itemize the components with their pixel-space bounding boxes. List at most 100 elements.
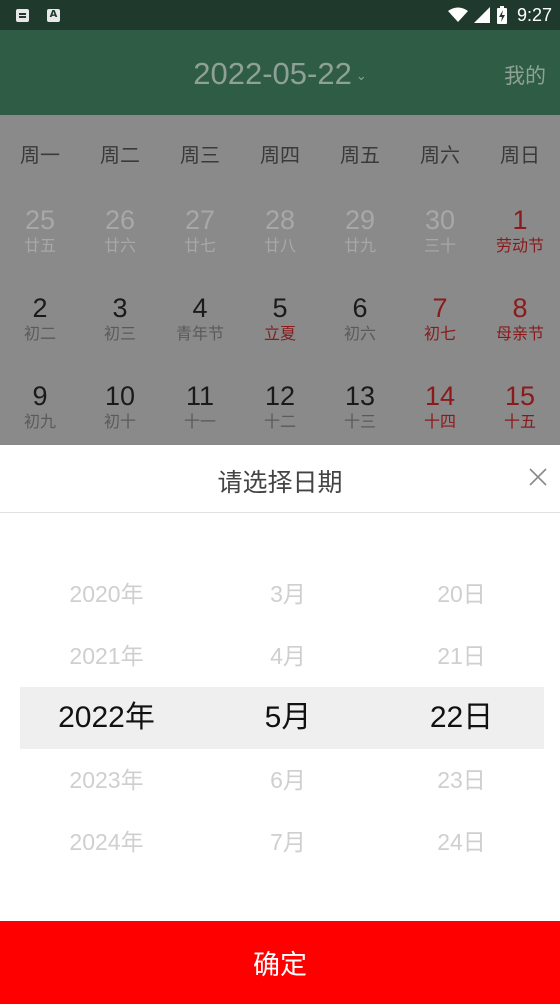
day-number: 6 bbox=[352, 293, 368, 323]
day-number: 5 bbox=[272, 293, 288, 323]
year-option[interactable]: 2022年 bbox=[0, 687, 213, 749]
sheet-header: 请选择日期 bbox=[0, 445, 560, 513]
day-option[interactable]: 22日 bbox=[363, 687, 560, 749]
day-number: 14 bbox=[424, 381, 456, 411]
day-number: 28 bbox=[264, 205, 296, 235]
days-grid: 25 廿五 26 廿六 27 廿七 28 廿八 29 廿九 30 三十 1 劳动节 2 初二 3 初三 4 青年节 5 立… bbox=[0, 191, 560, 455]
close-icon[interactable] bbox=[526, 465, 550, 489]
day-cell[interactable]: 7 初七 bbox=[400, 279, 480, 367]
day-number: 27 bbox=[184, 205, 216, 235]
day-cell[interactable]: 2 初二 bbox=[0, 279, 80, 367]
day-lunar-label: 三十 bbox=[423, 236, 456, 255]
day-cell[interactable]: 13 十三 bbox=[320, 367, 400, 455]
day-cell[interactable]: 15 十五 bbox=[480, 367, 560, 455]
day-lunar-label: 母亲节 bbox=[495, 324, 544, 343]
month-option[interactable]: 6月 bbox=[213, 749, 363, 811]
year-wheel[interactable]: 2020年 2021年 2022年 2023年 2024年 bbox=[0, 563, 213, 875]
day-number: 29 bbox=[344, 205, 376, 235]
year-option[interactable]: 2021年 bbox=[0, 625, 213, 687]
chevron-down-icon: ⌄ bbox=[355, 67, 367, 83]
day-number: 9 bbox=[32, 381, 48, 411]
day-option[interactable]: 20日 bbox=[363, 563, 560, 625]
day-lunar-label: 十一 bbox=[183, 412, 216, 431]
day-option[interactable]: 21日 bbox=[363, 625, 560, 687]
day-lunar-label: 初九 bbox=[23, 412, 56, 431]
day-lunar-label: 初三 bbox=[103, 324, 136, 343]
day-lunar-label: 初十 bbox=[103, 412, 136, 431]
day-cell[interactable]: 25 廿五 bbox=[0, 191, 80, 279]
confirm-button[interactable]: 确定 bbox=[0, 921, 560, 1004]
day-lunar-label: 十三 bbox=[343, 412, 376, 431]
date-picker-sheet: 请选择日期 2020年 2021年 2022年 2023年 2024年 3月 4月 5月 6月… bbox=[0, 445, 560, 1004]
day-lunar-label: 廿八 bbox=[263, 236, 296, 255]
day-number: 30 bbox=[424, 205, 456, 235]
day-cell[interactable]: 10 初十 bbox=[80, 367, 160, 455]
day-wheel[interactable]: 20日 21日 22日 23日 24日 bbox=[363, 563, 560, 875]
day-lunar-label: 十二 bbox=[263, 412, 296, 431]
day-cell[interactable]: 5 立夏 bbox=[240, 279, 320, 367]
weekday-label: 周三 bbox=[180, 142, 220, 167]
weekday-label: 周六 bbox=[420, 142, 460, 167]
day-number: 1 bbox=[512, 205, 528, 235]
day-lunar-label: 廿七 bbox=[183, 236, 216, 255]
status-bar: A 9:27 bbox=[0, 0, 560, 30]
day-number: 3 bbox=[112, 293, 128, 323]
day-number: 4 bbox=[192, 293, 208, 323]
day-number: 15 bbox=[504, 381, 536, 411]
day-cell[interactable]: 4 青年节 bbox=[160, 279, 240, 367]
day-lunar-label: 立夏 bbox=[263, 324, 296, 343]
month-option[interactable]: 4月 bbox=[213, 625, 363, 687]
month-option[interactable]: 3月 bbox=[213, 563, 363, 625]
year-option[interactable]: 2024年 bbox=[0, 811, 213, 873]
day-cell[interactable]: 28 廿八 bbox=[240, 191, 320, 279]
day-cell[interactable]: 30 三十 bbox=[400, 191, 480, 279]
day-number: 13 bbox=[344, 381, 376, 411]
day-number: 25 bbox=[24, 205, 56, 235]
day-lunar-label: 劳动节 bbox=[495, 236, 544, 255]
day-cell[interactable]: 29 廿九 bbox=[320, 191, 400, 279]
day-cell[interactable]: 14 十四 bbox=[400, 367, 480, 455]
day-number: 7 bbox=[432, 293, 448, 323]
wifi-icon bbox=[447, 7, 468, 22]
month-option[interactable]: 7月 bbox=[213, 811, 363, 873]
day-cell[interactable]: 11 十一 bbox=[160, 367, 240, 455]
day-lunar-label: 初七 bbox=[423, 324, 456, 343]
day-cell[interactable]: 12 十二 bbox=[240, 367, 320, 455]
battery-icon bbox=[496, 6, 507, 24]
sheet-title: 请选择日期 bbox=[217, 468, 343, 497]
day-number: 2 bbox=[32, 293, 48, 323]
day-cell[interactable]: 8 母亲节 bbox=[480, 279, 560, 367]
calendar: 周一 周二 周三 周四 周五 周六 周日 25 廿五 26 廿六 27 廿七 28 廿八 29 廿… bbox=[0, 115, 560, 445]
weekday-label: 周日 bbox=[500, 142, 540, 167]
year-option[interactable]: 2020年 bbox=[0, 563, 213, 625]
signal-icon bbox=[473, 7, 490, 23]
date-wheel-picker: 2020年 2021年 2022年 2023年 2024年 3月 4月 5月 6月 7月 20日… bbox=[0, 563, 560, 875]
mine-link[interactable]: 我的 bbox=[504, 60, 546, 90]
day-lunar-label: 十五 bbox=[503, 412, 536, 431]
day-cell[interactable]: 3 初三 bbox=[80, 279, 160, 367]
day-lunar-label: 初六 bbox=[343, 324, 376, 343]
month-wheel[interactable]: 3月 4月 5月 6月 7月 bbox=[213, 563, 363, 875]
weekday-label: 周五 bbox=[340, 142, 380, 167]
day-lunar-label: 廿五 bbox=[23, 236, 56, 255]
a-app-icon: A bbox=[47, 8, 60, 22]
day-cell[interactable]: 27 廿七 bbox=[160, 191, 240, 279]
month-option[interactable]: 5月 bbox=[213, 687, 363, 749]
day-cell[interactable]: 6 初六 bbox=[320, 279, 400, 367]
day-option[interactable]: 23日 bbox=[363, 749, 560, 811]
app-header: 2022-05-22 ⌄ 我的 bbox=[0, 30, 560, 115]
day-number: 10 bbox=[104, 381, 136, 411]
weekday-row: 周一 周二 周三 周四 周五 周六 周日 bbox=[0, 115, 560, 191]
day-cell[interactable]: 26 廿六 bbox=[80, 191, 160, 279]
day-lunar-label: 廿六 bbox=[103, 236, 136, 255]
date-selector[interactable]: 2022-05-22 ⌄ bbox=[0, 56, 560, 92]
day-cell[interactable]: 1 劳动节 bbox=[480, 191, 560, 279]
message-icon bbox=[16, 8, 29, 22]
day-number: 26 bbox=[104, 205, 136, 235]
day-option[interactable]: 24日 bbox=[363, 811, 560, 873]
day-lunar-label: 青年节 bbox=[175, 324, 224, 343]
header-date-text: 2022-05-22 bbox=[193, 56, 352, 91]
day-number: 11 bbox=[185, 381, 215, 411]
year-option[interactable]: 2023年 bbox=[0, 749, 213, 811]
day-cell[interactable]: 9 初九 bbox=[0, 367, 80, 455]
